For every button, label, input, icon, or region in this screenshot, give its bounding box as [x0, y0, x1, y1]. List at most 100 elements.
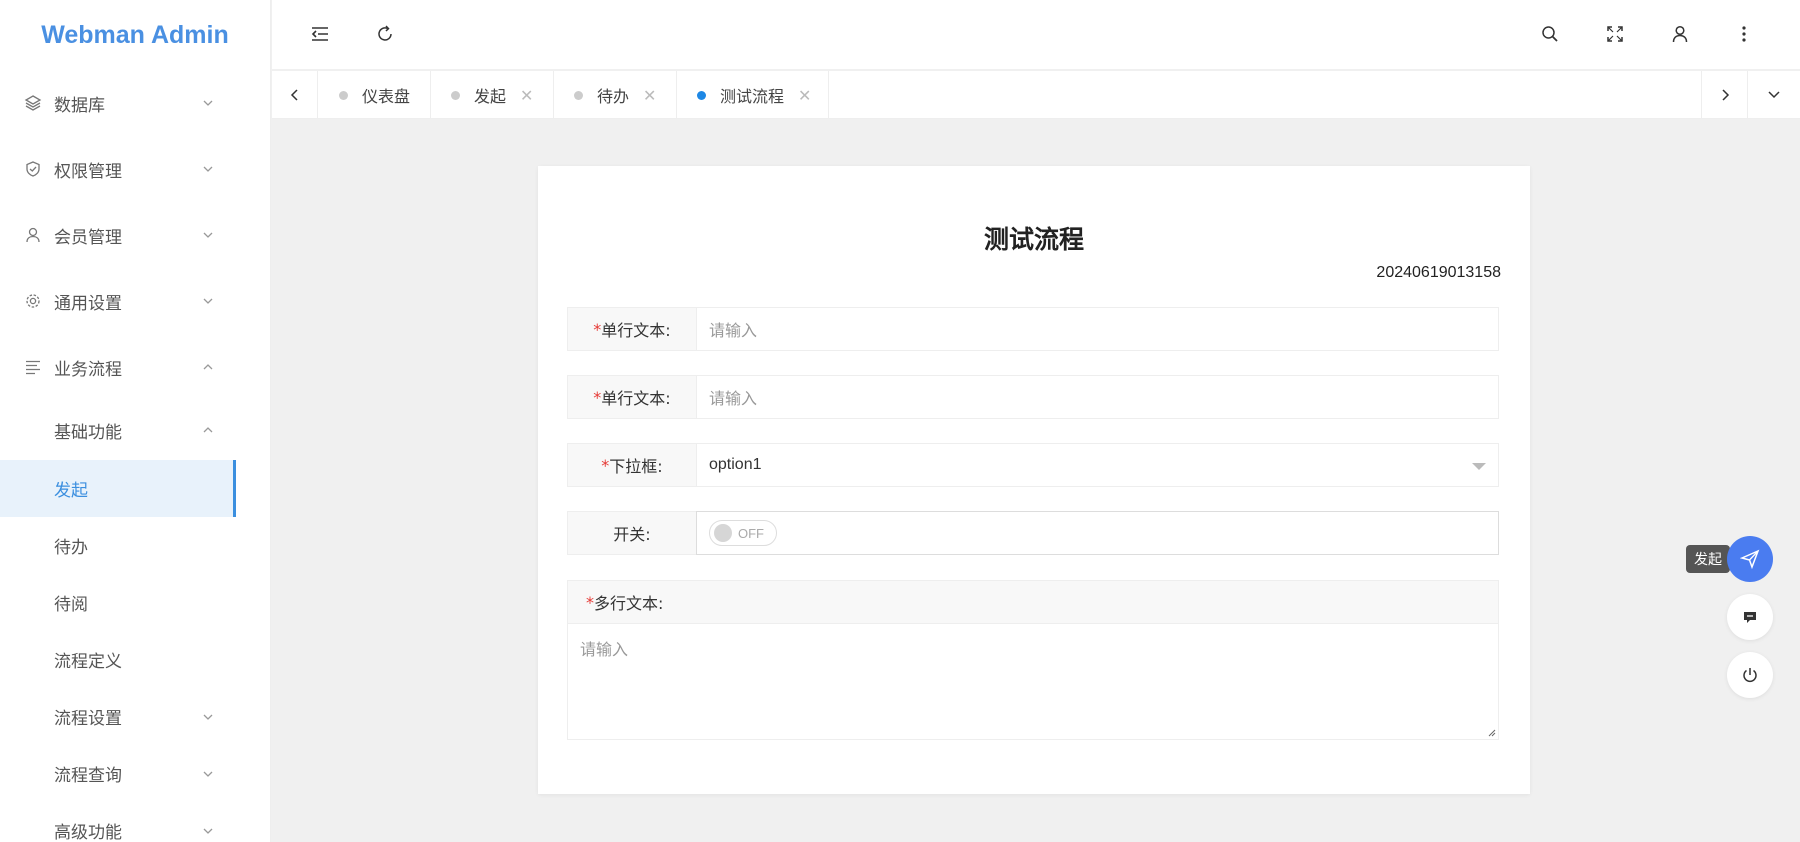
- dropdown-select[interactable]: option1: [697, 444, 1498, 486]
- required-mark: *: [593, 319, 602, 339]
- sidebar-item-todo[interactable]: 待办: [0, 517, 270, 574]
- sidebar-item-process-settings[interactable]: 流程设置: [0, 688, 270, 745]
- textarea-input[interactable]: 请输入: [568, 624, 1498, 672]
- list-icon: [24, 358, 42, 376]
- top-header: [272, 0, 1800, 70]
- required-mark: *: [586, 592, 594, 612]
- sidebar-item-members[interactable]: 会员管理: [0, 202, 270, 268]
- sidebar-item-label: 业务流程: [54, 359, 122, 380]
- field-label-text: 单行文本:: [601, 389, 671, 408]
- field-label: * 单行文本:: [568, 308, 697, 350]
- chevron-down-icon: [203, 828, 213, 834]
- sidebar-item-label: 待阅: [54, 595, 88, 615]
- sidebar-item-to-read[interactable]: 待阅: [0, 574, 270, 631]
- form-card: 测试流程 20240619013158 * 单行文本: 请输入 * 单行文本: 请输…: [538, 166, 1530, 794]
- chevron-down-icon: [203, 298, 213, 304]
- caret-down-icon: [1472, 463, 1486, 470]
- sidebar-item-settings[interactable]: 通用设置: [0, 268, 270, 334]
- form-number: 20240619013158: [1376, 264, 1501, 281]
- chevron-up-icon: [203, 364, 213, 370]
- sidebar-item-label: 流程查询: [54, 766, 122, 786]
- refresh-icon[interactable]: [373, 22, 397, 46]
- switch-field: OFF: [696, 511, 1499, 555]
- form-row-select: * 下拉框: option1: [567, 443, 1499, 487]
- sidebar: Webman Admin 数据库 权限管理 会员管理 通用设置 业务流程 基础功…: [0, 0, 271, 842]
- chevron-left-icon: [290, 89, 298, 101]
- tab-test-process[interactable]: 测试流程 ✕: [677, 71, 829, 119]
- sidebar-item-process-definition[interactable]: 流程定义: [0, 631, 270, 688]
- field-label-text: 单行文本:: [601, 321, 671, 340]
- fullscreen-icon[interactable]: [1603, 22, 1627, 46]
- tab-scroll-right-button[interactable]: [1701, 71, 1747, 119]
- close-icon[interactable]: ✕: [798, 86, 811, 105]
- required-mark: *: [593, 387, 602, 407]
- field-label-text: 多行文本:: [594, 594, 664, 613]
- tab-status-dot: [339, 90, 348, 100]
- fab-tooltip: 发起: [1686, 545, 1736, 573]
- sidebar-item-label: 数据库: [54, 95, 105, 116]
- power-icon: [1743, 668, 1757, 683]
- sidebar-item-workflow[interactable]: 业务流程: [0, 334, 270, 400]
- toggle-state: OFF: [738, 525, 764, 541]
- chevron-down-icon: [203, 100, 213, 106]
- search-icon[interactable]: [1538, 22, 1562, 46]
- field-label: 开关:: [568, 512, 697, 554]
- dropdown-value: option1: [709, 456, 762, 473]
- chevron-down-icon: [203, 714, 213, 720]
- field-label: * 多行文本:: [568, 581, 1498, 624]
- tab-label: 待办: [597, 87, 630, 106]
- sidebar-item-advanced[interactable]: 高级功能: [0, 802, 270, 842]
- chevron-down-icon: [203, 771, 213, 777]
- chevron-down-icon: [203, 232, 213, 238]
- field-label-text: 下拉框:: [609, 457, 663, 476]
- chevron-up-icon: [203, 427, 213, 433]
- sidebar-item-process-query[interactable]: 流程查询: [0, 745, 270, 802]
- chevron-right-icon: [1721, 89, 1729, 101]
- sidebar-item-label: 流程定义: [54, 652, 122, 672]
- user-icon[interactable]: [1668, 22, 1692, 46]
- sidebar-item-permissions[interactable]: 权限管理: [0, 136, 270, 202]
- form-row-text-2: * 单行文本: 请输入: [567, 375, 1499, 419]
- toggle-switch[interactable]: OFF: [709, 520, 777, 546]
- app-logo[interactable]: Webman Admin: [0, 0, 270, 70]
- text-input-2[interactable]: 请输入: [697, 376, 1498, 418]
- form-row-text-1: * 单行文本: 请输入: [567, 307, 1499, 351]
- resize-handle-icon[interactable]: [1486, 727, 1496, 737]
- form-title: 测试流程: [983, 225, 1084, 254]
- sidebar-item-initiate[interactable]: 发起: [0, 460, 236, 517]
- sidebar-item-database[interactable]: 数据库: [0, 70, 270, 136]
- close-icon[interactable]: ✕: [643, 86, 656, 105]
- layers-icon: [24, 94, 42, 112]
- menu-fold-icon[interactable]: [308, 22, 332, 46]
- sidebar-item-label: 基础功能: [54, 422, 122, 443]
- user-icon: [24, 226, 42, 244]
- toggle-knob: [714, 524, 732, 542]
- comment-fab-button[interactable]: [1727, 594, 1773, 640]
- field-label: * 单行文本:: [568, 376, 697, 418]
- tab-menu-button[interactable]: [1747, 71, 1800, 119]
- sidebar-item-label: 会员管理: [54, 227, 122, 248]
- submit-fab-button[interactable]: [1727, 536, 1773, 582]
- field-label: * 下拉框:: [568, 444, 697, 486]
- tab-status-dot: [451, 90, 460, 100]
- shield-icon: [24, 160, 42, 178]
- tab-status-dot: [697, 90, 706, 100]
- tab-initiate[interactable]: 发起 ✕: [431, 71, 554, 119]
- tab-status-dot: [574, 90, 583, 100]
- tab-dashboard[interactable]: 仪表盘: [319, 71, 431, 119]
- more-icon[interactable]: [1732, 22, 1756, 46]
- tab-label: 仪表盘: [362, 87, 411, 106]
- tabs-bar: 仪表盘 发起 ✕ 待办 ✕ 测试流程 ✕: [272, 71, 1800, 119]
- form-row-switch: 开关: OFF: [567, 511, 1499, 555]
- tab-scroll-left-button[interactable]: [272, 71, 318, 119]
- sidebar-item-label: 通用设置: [54, 293, 122, 314]
- tab-label: 测试流程: [720, 87, 785, 106]
- sidebar-item-label: 高级功能: [54, 823, 122, 842]
- power-fab-button[interactable]: [1727, 652, 1773, 698]
- close-icon[interactable]: ✕: [520, 86, 533, 105]
- tab-todo[interactable]: 待办 ✕: [554, 71, 677, 119]
- text-input-1[interactable]: 请输入: [697, 308, 1498, 350]
- sidebar-item-basic-functions[interactable]: 基础功能: [0, 400, 270, 460]
- chat-icon: [1744, 612, 1756, 623]
- field-label-text: 开关:: [613, 525, 651, 544]
